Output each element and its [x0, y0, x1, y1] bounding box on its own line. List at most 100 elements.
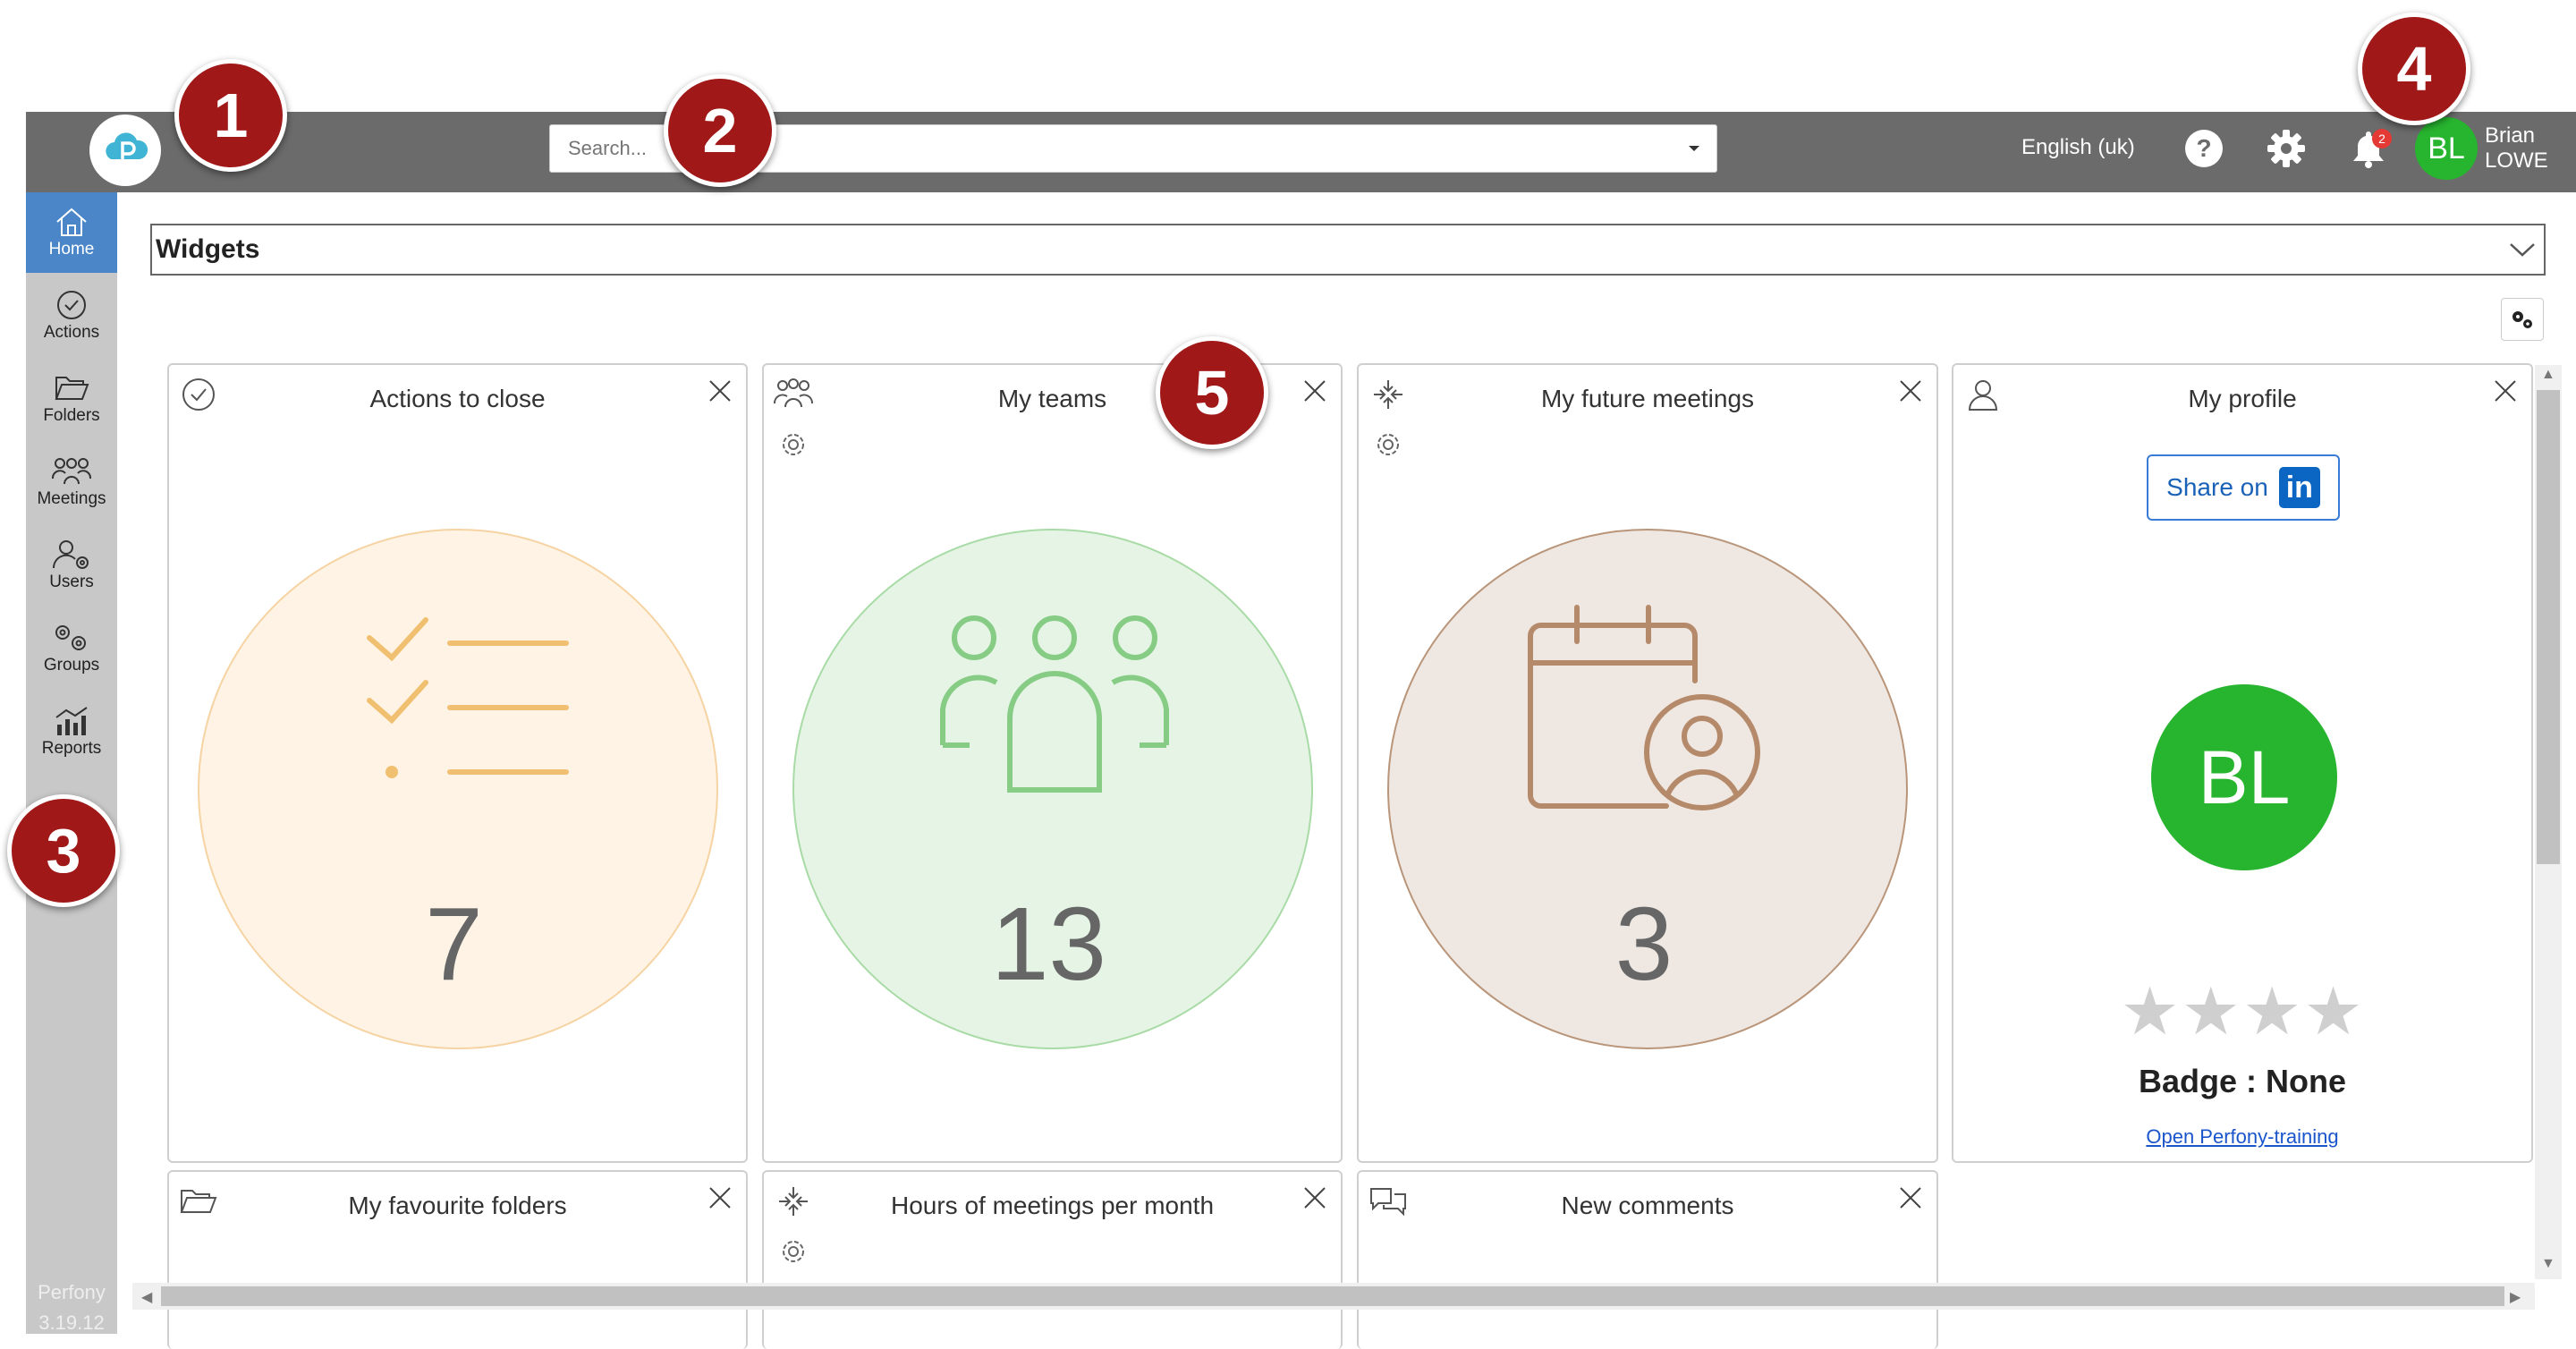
gear-icon: [2267, 130, 2305, 167]
widget-my-profile: My profile Share on in BL ★★★★ Badge : N…: [1952, 363, 2533, 1163]
sidebar-item-label: Groups: [43, 656, 100, 674]
close-widget-button[interactable]: [1897, 378, 1924, 404]
gears-icon: [2512, 311, 2532, 328]
search-dropdown-toggle[interactable]: [1672, 125, 1716, 172]
close-widget-button[interactable]: [707, 378, 733, 404]
widget-my-teams: My teams 13: [762, 363, 1343, 1163]
close-widget-button[interactable]: [1897, 1184, 1924, 1211]
widget-title: Hours of meetings per month: [890, 1192, 1215, 1219]
chevron-down-icon: [2510, 243, 2535, 257]
gear-icon: [783, 434, 804, 455]
widget-settings-button[interactable]: [2501, 298, 2544, 341]
close-icon: [1304, 1187, 1326, 1209]
widget-actions-to-close: Actions to close 7: [167, 363, 748, 1163]
sidebar-item-label: Home: [48, 240, 95, 259]
scroll-right-arrow[interactable]: ▶: [2510, 1288, 2521, 1306]
sidebar-item-label: Reports: [41, 739, 102, 758]
close-icon: [1900, 380, 1921, 402]
team-icon: [940, 615, 1169, 793]
user-avatar[interactable]: BL: [2415, 117, 2478, 180]
widget-title: Actions to close: [369, 385, 546, 412]
teams-count: 13: [990, 886, 1107, 1002]
close-widget-button[interactable]: [1301, 378, 1328, 404]
language-selector[interactable]: English (uk): [2021, 132, 2135, 163]
widget-new-comments: New comments: [1357, 1170, 1938, 1349]
widget-settings-gear[interactable]: [1368, 424, 1409, 465]
close-icon: [2495, 380, 2516, 402]
sidebar-item-reports[interactable]: Reports: [26, 691, 117, 772]
share-label: Share on: [2166, 473, 2268, 501]
sidebar-item-actions[interactable]: Actions: [26, 276, 117, 356]
widget-settings-gear[interactable]: [773, 424, 814, 465]
cloud-logo-icon: [98, 123, 152, 177]
close-icon: [709, 1187, 731, 1209]
sidebar-item-label: Folders: [43, 406, 100, 425]
widgets-dropdown[interactable]: Widgets: [150, 224, 2546, 276]
sidebar-item-label: Meetings: [37, 489, 106, 508]
widget-my-future-meetings: My future meetings 3: [1357, 363, 1938, 1163]
gears-icon: [55, 625, 86, 650]
home-icon: [56, 208, 87, 236]
widget-my-favourite-folders: My favourite folders: [167, 1170, 748, 1349]
close-icon: [1900, 1187, 1921, 1209]
widgets-title: Widgets: [156, 234, 260, 264]
callout-4: 4: [2358, 13, 2470, 125]
open-training-link[interactable]: Open Perfony-training: [1953, 1125, 2531, 1149]
sidebar-item-meetings[interactable]: Meetings: [26, 442, 117, 522]
user-menu[interactable]: Brian LOWE: [2485, 123, 2548, 174]
close-widget-button[interactable]: [707, 1184, 733, 1211]
gear-icon: [783, 1241, 804, 1262]
close-icon: [1304, 380, 1326, 402]
sidebar-item-label: Actions: [43, 323, 100, 342]
app-logo[interactable]: [89, 115, 161, 186]
vertical-scrollbar-thumb[interactable]: [2537, 390, 2560, 864]
chart-icon: [55, 707, 88, 735]
scroll-down-arrow[interactable]: ▼: [2541, 1256, 2555, 1272]
gear-icon: [1377, 434, 1399, 455]
user-last-name: LOWE: [2485, 148, 2548, 173]
svg-text:?: ?: [2196, 134, 2211, 162]
widget-settings-gear[interactable]: [773, 1231, 814, 1272]
people-icon: [51, 458, 92, 485]
widget-title: My profile: [2188, 385, 2297, 412]
callout-2: 2: [664, 74, 776, 187]
sidebar-item-label: Users: [49, 573, 94, 591]
sidebar-item-users[interactable]: Users: [26, 525, 117, 606]
widget-hours-of-meetings: Hours of meetings per month: [762, 1170, 1343, 1349]
help-icon: ?: [2185, 130, 2223, 167]
linkedin-icon: in: [2278, 467, 2320, 508]
widget-title: My future meetings: [1540, 385, 1755, 412]
help-button[interactable]: ?: [2179, 123, 2229, 174]
callout-3: 3: [7, 794, 120, 907]
version-app-name: Perfony: [38, 1281, 106, 1303]
scroll-left-arrow[interactable]: ◀: [141, 1288, 152, 1306]
badge-label: Badge : None: [2138, 1063, 2346, 1099]
caret-down-icon: [1689, 146, 1699, 151]
rating-stars: ★★★★: [2120, 974, 2365, 1048]
horizontal-scrollbar-thumb[interactable]: [161, 1286, 2504, 1306]
scroll-up-arrow[interactable]: ▲: [2541, 367, 2555, 383]
actions-count: 7: [425, 886, 483, 1002]
user-first-name: Brian: [2485, 123, 2536, 148]
user-gear-icon: [52, 540, 89, 569]
callout-1: 1: [174, 59, 287, 172]
callout-5: 5: [1156, 336, 1268, 449]
close-icon: [709, 380, 731, 402]
share-on-linkedin-button[interactable]: Share on in: [2147, 454, 2340, 521]
folder-icon: [55, 377, 89, 400]
settings-button[interactable]: [2261, 123, 2311, 174]
notification-badge: 2: [2372, 129, 2392, 148]
widget-title: New comments: [1561, 1192, 1734, 1219]
calendar-user-icon: [1528, 605, 1760, 810]
meetings-count: 3: [1614, 886, 1674, 1002]
close-widget-button[interactable]: [1301, 1184, 1328, 1211]
widget-title: My favourite folders: [348, 1192, 567, 1219]
sidebar-item-groups[interactable]: Groups: [26, 608, 117, 689]
check-circle-icon: [57, 291, 86, 319]
sidebar-item-folders[interactable]: Folders: [26, 359, 117, 439]
close-widget-button[interactable]: [2492, 378, 2519, 404]
sidebar-item-home[interactable]: Home: [26, 192, 117, 273]
profile-avatar: BL: [2151, 684, 2337, 870]
app-version: Perfony 3.19.12: [26, 1277, 117, 1338]
checklist-icon: [367, 617, 569, 778]
